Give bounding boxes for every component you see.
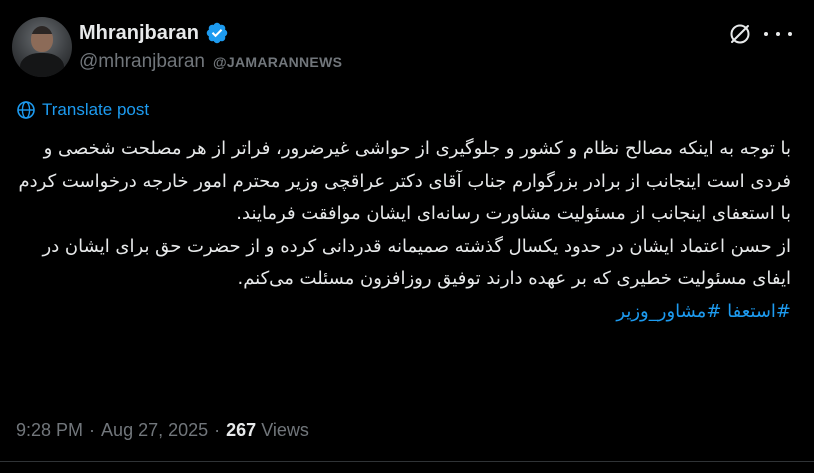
avatar-body <box>20 53 64 77</box>
author-handle-row: @mhranjbaran @JAMARANNEWS <box>79 51 342 73</box>
author-display-name[interactable]: Mhranjbaran <box>79 22 199 45</box>
translate-post-label: Translate post <box>42 100 150 119</box>
author-name-row: Mhranjbaran <box>79 20 229 46</box>
post-meta: 9:28 PM · Aug 27, 2025 · 267 Views <box>16 420 309 441</box>
post-paragraph: با توجه به اینکه مصالح نظام و کشور و جلو… <box>18 138 791 224</box>
avatar[interactable] <box>12 17 72 77</box>
post-paragraph: از حسن اعتماد ایشان در حدود یکسال گذشته … <box>42 235 792 290</box>
meta-separator: · <box>89 420 96 440</box>
more-icon[interactable] <box>764 22 792 46</box>
avatar-head <box>31 26 53 52</box>
meta-separator: · <box>214 420 221 440</box>
post-date[interactable]: Aug 27, 2025 <box>101 420 208 441</box>
divider <box>0 461 814 462</box>
more-dot <box>788 32 792 36</box>
author-handle[interactable]: @mhranjbaran <box>79 51 205 73</box>
more-dot <box>776 32 780 36</box>
post-time[interactable]: 9:28 PM <box>16 420 83 441</box>
verified-badge-icon[interactable] <box>205 21 229 45</box>
post-hashtags[interactable]: #استعفا #مشاور_وزیر <box>16 296 791 329</box>
translate-globe-icon <box>17 101 35 119</box>
more-dot <box>764 32 768 36</box>
translate-post-link[interactable]: Translate post <box>16 100 149 120</box>
views-label: Views <box>261 420 309 440</box>
affiliation-label[interactable]: @JAMARANNEWS <box>213 54 342 70</box>
views-stat[interactable]: 267 Views <box>226 420 309 441</box>
post-text: با توجه به اینکه مصالح نظام و کشور و جلو… <box>16 133 791 328</box>
grok-icon[interactable] <box>727 21 753 47</box>
views-count: 267 <box>226 420 257 440</box>
